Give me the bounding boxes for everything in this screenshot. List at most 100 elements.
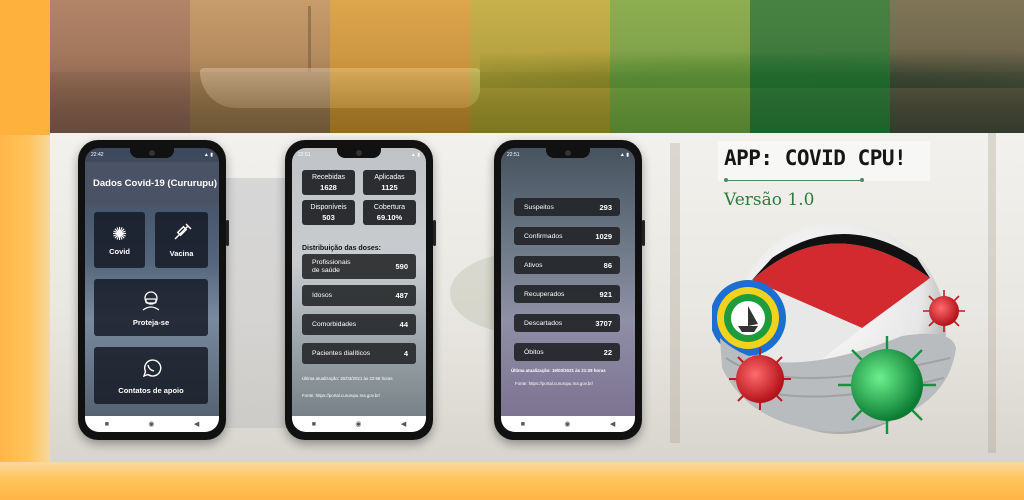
color-band-4 [470, 0, 610, 133]
phone-cases-screen: 22:51 ▲ ▮ Suspeitos 293 Confirmados 1029… [494, 140, 645, 440]
stat-label: Recebidas [311, 174, 346, 181]
app-header-title: Dados Covid-19 (Cururupu) [93, 177, 218, 189]
android-nav-bar: ■ ◉ ◀ [85, 416, 219, 432]
case-value: 1029 [595, 231, 612, 241]
signal-battery-icon: ▲ ▮ [203, 152, 213, 158]
green-virus-icon [838, 336, 936, 434]
contatos-de-apoio-button[interactable]: Contatos de apoio [94, 347, 208, 404]
color-band-2 [190, 0, 330, 133]
signal-battery-icon: ▲ ▮ [410, 152, 420, 158]
covid-button[interactable]: ✺ Covid [94, 212, 145, 268]
distribution-title: Distribuição das doses: [302, 245, 381, 252]
home-button[interactable]: ◉ [148, 420, 154, 428]
case-label: Óbitos [524, 348, 544, 356]
proteja-se-button-label: Proteja-se [132, 317, 170, 327]
recents-button[interactable]: ■ [312, 421, 316, 428]
masked-face-icon [140, 289, 162, 315]
signal-battery-icon: ▲ ▮ [619, 152, 629, 158]
back-button[interactable]: ◀ [194, 420, 199, 428]
case-label: Descartados [524, 319, 563, 327]
dose-label: Profissionais de saúde [312, 258, 351, 274]
back-button[interactable]: ◀ [401, 420, 406, 428]
case-row-recuperados[interactable]: Recuperados 921 [514, 285, 620, 303]
phone-screen: 22:51 ▲ ▮ Recebidas 1628 Aplicadas 1125 … [292, 148, 426, 432]
phone-home-screen: 22:42 ▲ ▮ Dados Covid-19 (Cururupu) ✺ Co… [78, 140, 229, 440]
red-virus-icon [729, 348, 791, 410]
phone-side-button [433, 220, 436, 246]
contatos-de-apoio-button-label: Contatos de apoio [118, 385, 184, 395]
color-band-7 [890, 0, 1024, 133]
vacina-button[interactable]: Vacina [155, 212, 208, 268]
dose-value: 590 [395, 262, 408, 271]
back-button[interactable]: ◀ [610, 420, 615, 428]
camera-icon [565, 150, 571, 156]
stat-label: Aplicadas [374, 174, 405, 181]
camera-icon [149, 150, 155, 156]
recents-button[interactable]: ■ [105, 421, 109, 428]
status-time: 22:51 [507, 152, 520, 158]
color-band-6 [750, 0, 890, 133]
palm-silhouette [988, 133, 996, 453]
color-band-5 [610, 0, 750, 133]
android-nav-bar: ■ ◉ ◀ [501, 416, 635, 432]
dose-label: Comorbidades [312, 321, 357, 328]
case-label: Recuperados [524, 290, 565, 298]
syringe-icon [171, 222, 193, 246]
case-label: Suspeitos [524, 203, 554, 211]
dose-label: Idosos [312, 292, 333, 299]
status-time: 22:42 [91, 152, 104, 158]
frame-bottom [0, 462, 1024, 500]
case-value: 86 [603, 260, 612, 270]
case-row-obitos[interactable]: Óbitos 22 [514, 343, 620, 361]
case-value: 293 [599, 202, 612, 212]
phone-side-button [642, 220, 645, 246]
stat-aplicadas: Aplicadas 1125 [363, 170, 416, 195]
phone-screen: 22:42 ▲ ▮ Dados Covid-19 (Cururupu) ✺ Co… [85, 148, 219, 432]
dose-row-comorbidades[interactable]: Comorbidades 44 [302, 314, 416, 335]
covid-button-label: Covid [109, 247, 130, 256]
red-virus-icon [923, 290, 965, 332]
home-button[interactable]: ◉ [564, 420, 570, 428]
stat-cobertura: Cobertura 69.10% [363, 200, 416, 225]
case-row-descartados[interactable]: Descartados 3707 [514, 314, 620, 332]
case-value: 22 [603, 347, 612, 357]
recents-button[interactable]: ■ [521, 421, 525, 428]
stat-disponiveis: Disponíveis 503 [302, 200, 355, 225]
stat-value: 1628 [320, 183, 337, 192]
stat-value: 1125 [381, 183, 398, 192]
android-nav-bar: ■ ◉ ◀ [292, 416, 426, 432]
vacina-button-label: Vacina [169, 249, 194, 258]
case-row-confirmados[interactable]: Confirmados 1029 [514, 227, 620, 245]
title-divider [724, 178, 864, 182]
dose-row-idosos[interactable]: Idosos 487 [302, 285, 416, 306]
source-link[interactable]: Fonte: https://portal.cururupu.ma.gov.br… [515, 381, 635, 386]
case-row-suspeitos[interactable]: Suspeitos 293 [514, 198, 620, 216]
proteja-se-button[interactable]: Proteja-se [94, 279, 208, 336]
stat-value: 69.10% [376, 213, 403, 222]
version-label: Versão 1.0 [724, 190, 815, 210]
banner-photo [50, 0, 1024, 133]
color-band-1 [50, 0, 190, 133]
status-time: 22:51 [298, 152, 311, 158]
phone-side-button [226, 220, 229, 246]
whatsapp-icon [140, 357, 162, 383]
case-label: Confirmados [524, 232, 563, 240]
case-value: 3707 [595, 318, 612, 328]
palm-silhouette [670, 143, 680, 443]
case-row-ativos[interactable]: Ativos 86 [514, 256, 620, 274]
stat-label: Cobertura [373, 204, 406, 211]
dose-value: 44 [399, 320, 408, 329]
stat-recebidas: Recebidas 1628 [302, 170, 355, 195]
case-label: Ativos [524, 261, 543, 269]
phone-vaccine-screen: 22:51 ▲ ▮ Recebidas 1628 Aplicadas 1125 … [285, 140, 436, 440]
dose-value: 4 [403, 349, 408, 358]
app-title: APP: COVID CPU! [724, 146, 907, 170]
dose-row-profissionais[interactable]: Profissionais de saúde 590 [302, 254, 416, 279]
dose-row-dialiticos[interactable]: Pacientes dialíticos 4 [302, 343, 416, 364]
last-update-text: Última atualização: 19/03/2021 às 21:28 … [511, 368, 606, 373]
source-link[interactable]: Fonte: https://portal.cururupu.ma.gov.br… [302, 393, 422, 398]
frame-top-left [0, 0, 50, 135]
home-button[interactable]: ◉ [355, 420, 361, 428]
case-value: 921 [599, 289, 612, 299]
app-header: Dados Covid-19 (Cururupu) [85, 162, 219, 204]
